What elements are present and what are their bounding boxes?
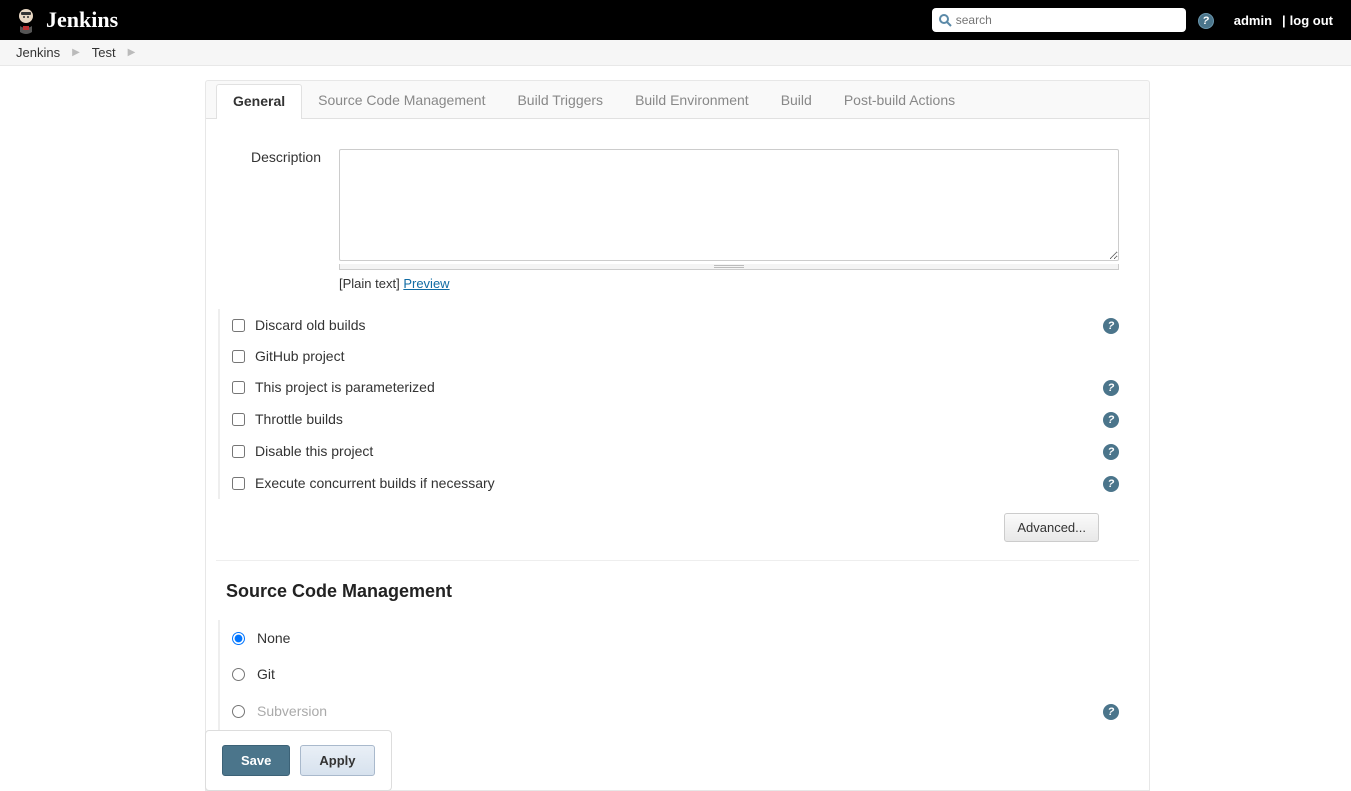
help-icon[interactable]: ? [1103, 316, 1119, 334]
tab-post-build[interactable]: Post-build Actions [828, 81, 971, 118]
bottom-action-bar: Save Apply [205, 730, 392, 791]
checkbox-concurrent-builds[interactable] [232, 477, 245, 490]
radio-label: Subversion [257, 703, 1103, 719]
checkbox-discard-old-builds[interactable] [232, 319, 245, 332]
description-hint: [Plain text] Preview [339, 276, 1119, 291]
header-user-link[interactable]: admin [1234, 13, 1272, 28]
scm-option-git: Git [232, 656, 1149, 692]
header-help-icon[interactable]: ? [1198, 12, 1214, 29]
radio-label: None [257, 630, 1119, 646]
chevron-right-icon: ▶ [72, 47, 80, 58]
apply-button[interactable]: Apply [300, 745, 374, 776]
logo[interactable]: Jenkins [12, 6, 118, 34]
advanced-row: Advanced... [216, 499, 1139, 561]
tabs: General Source Code Management Build Tri… [206, 81, 1149, 119]
option-throttle-builds: Throttle builds ? [232, 403, 1149, 435]
help-icon[interactable]: ? [1103, 442, 1119, 460]
option-disable-project: Disable this project ? [232, 435, 1149, 467]
breadcrumb: Jenkins ▶ Test ▶ [0, 40, 1351, 66]
logout-link[interactable]: log out [1290, 13, 1333, 28]
tab-build-environment[interactable]: Build Environment [619, 81, 765, 118]
tab-general[interactable]: General [216, 84, 302, 119]
option-parameterized: This project is parameterized ? [232, 371, 1149, 403]
radio-scm-subversion[interactable] [232, 705, 245, 718]
option-label: Execute concurrent builds if necessary [255, 475, 1103, 491]
help-icon[interactable]: ? [1103, 410, 1119, 428]
option-label: This project is parameterized [255, 379, 1103, 395]
radio-scm-git[interactable] [232, 668, 245, 681]
description-textarea[interactable] [339, 149, 1119, 261]
header-divider: | [1282, 13, 1286, 28]
help-icon[interactable]: ? [1103, 474, 1119, 492]
description-label: Description [206, 149, 339, 291]
top-header: Jenkins ? admin | log out [0, 0, 1351, 40]
config-panel: General Source Code Management Build Tri… [205, 80, 1150, 791]
breadcrumb-item-project[interactable]: Test [92, 45, 116, 60]
radio-scm-none[interactable] [232, 632, 245, 645]
brand-text: Jenkins [46, 7, 118, 33]
description-row: Description [Plain text] Preview [206, 149, 1149, 291]
preview-link[interactable]: Preview [403, 276, 449, 291]
help-icon[interactable]: ? [1103, 378, 1119, 396]
help-icon[interactable]: ? [1103, 702, 1119, 720]
option-discard-old-builds: Discard old builds ? [232, 309, 1149, 341]
option-label: Throttle builds [255, 411, 1103, 427]
option-concurrent-builds: Execute concurrent builds if necessary ? [232, 467, 1149, 499]
advanced-button[interactable]: Advanced... [1004, 513, 1099, 542]
form-area: Description [Plain text] Preview Discard… [206, 119, 1149, 790]
tab-scm[interactable]: Source Code Management [302, 81, 501, 118]
search-box[interactable] [932, 8, 1186, 32]
save-button[interactable]: Save [222, 745, 290, 776]
scm-option-none: None [232, 620, 1149, 656]
option-label: GitHub project [255, 348, 1119, 364]
option-github-project: GitHub project [232, 341, 1149, 371]
scm-option-subversion: Subversion ? [232, 692, 1149, 730]
checkbox-parameterized[interactable] [232, 381, 245, 394]
plain-text-label: [Plain text] [339, 276, 400, 291]
radio-label: Git [257, 666, 1119, 682]
search-icon [938, 13, 952, 27]
breadcrumb-item-root[interactable]: Jenkins [16, 45, 60, 60]
tab-build-triggers[interactable]: Build Triggers [501, 81, 619, 118]
checkbox-disable-project[interactable] [232, 445, 245, 458]
chevron-right-icon: ▶ [128, 47, 136, 58]
option-label: Disable this project [255, 443, 1103, 459]
scm-options: None Git Subversion ? [218, 620, 1149, 730]
general-options: Discard old builds ? GitHub project This… [218, 309, 1149, 499]
scm-section-title: Source Code Management [206, 561, 1149, 620]
tab-build[interactable]: Build [765, 81, 828, 118]
search-input[interactable] [956, 13, 1180, 27]
option-label: Discard old builds [255, 317, 1103, 333]
textarea-resize-handle[interactable] [339, 264, 1119, 270]
jenkins-logo-icon [12, 6, 40, 34]
checkbox-github-project[interactable] [232, 350, 245, 363]
checkbox-throttle-builds[interactable] [232, 413, 245, 426]
